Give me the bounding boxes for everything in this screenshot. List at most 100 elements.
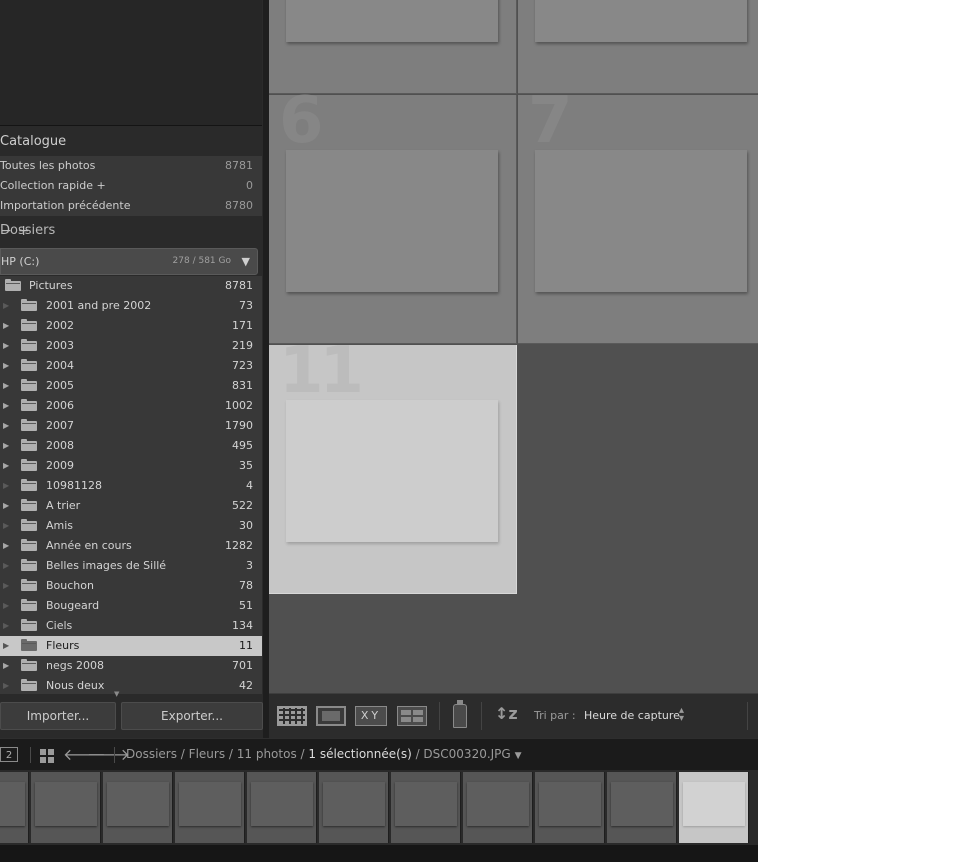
folder-row[interactable]: ▶ 2004 723 [0, 356, 262, 376]
folder-row[interactable]: ▶ Nous deux 42 [0, 676, 262, 694]
filmstrip-thumbnail[interactable] [391, 772, 461, 843]
sort-label: Tri par : [534, 709, 576, 722]
expand-triangle-icon[interactable]: ▶ [3, 536, 9, 556]
expand-triangle-icon[interactable]: ▶ [3, 456, 9, 476]
folder-count: 73 [239, 299, 253, 312]
folder-name: Amis [46, 519, 74, 532]
photo-thumbnail[interactable] [286, 150, 498, 292]
folder-row[interactable]: ▶ 2003 219 [0, 336, 262, 356]
folder-row[interactable]: ▶ Bouchon 78 [0, 576, 262, 596]
breadcrumb-selected: 1 sélectionnée(s) [308, 747, 412, 761]
catalogue-item-label: Importation précédente [0, 199, 131, 212]
sort-select[interactable]: Heure de capture [584, 709, 680, 722]
expand-triangle-icon[interactable]: ▶ [3, 356, 9, 376]
filmstrip-thumbnail[interactable] [679, 772, 749, 843]
folder-row[interactable]: ▶ A trier 522 [0, 496, 262, 516]
grid-cell[interactable]: 6 [269, 89, 517, 344]
source-breadcrumb[interactable]: Dossiers / Fleurs / 11 photos / 1 sélect… [126, 747, 521, 761]
photo-thumbnail[interactable] [535, 150, 747, 292]
folder-row[interactable]: ▶ 2009 35 [0, 456, 262, 476]
filmstrip-thumbnail[interactable] [103, 772, 173, 843]
dossiers-panel-header[interactable]: Dossiers −+ [0, 219, 263, 243]
folder-row[interactable]: ▶ 2008 495 [0, 436, 262, 456]
photo-thumbnail[interactable] [286, 0, 498, 42]
folder-count: 42 [239, 679, 253, 692]
forward-arrow-icon[interactable]: 🡒 [87, 744, 130, 764]
secondary-monitor-button[interactable]: 2 [0, 747, 18, 762]
filmstrip-thumbnail[interactable] [31, 772, 101, 843]
sort-direction-icon[interactable]: ↕z [495, 704, 518, 723]
grid-cell[interactable]: 11 [269, 339, 517, 594]
folder-row[interactable]: ▶ 2001 and pre 2002 73 [0, 296, 262, 316]
folder-row[interactable]: ▶ 2006 1002 [0, 396, 262, 416]
folder-row[interactable]: ▶ Bougeard 51 [0, 596, 262, 616]
expand-triangle-icon[interactable]: ▶ [3, 656, 9, 676]
filmstrip-thumbnail[interactable] [0, 772, 29, 843]
grid-cell[interactable] [518, 0, 758, 94]
folder-row[interactable]: ▶ Année en cours 1282 [0, 536, 262, 556]
catalogue-item[interactable]: Importation précédente 8780 [0, 196, 262, 216]
loupe-view-icon[interactable] [316, 706, 346, 726]
import-button[interactable]: Importer... [0, 702, 116, 730]
catalogue-panel-header[interactable]: Catalogue [0, 130, 263, 154]
filmstrip-thumbnail[interactable] [247, 772, 317, 843]
compare-view-icon[interactable]: XY [355, 706, 387, 726]
filmstrip-thumbnail[interactable] [535, 772, 605, 843]
folder-name: Bougeard [46, 599, 100, 612]
grid-cell[interactable] [269, 0, 517, 94]
scroll-down-icon[interactable]: ▼ [114, 690, 119, 698]
filmstrip-photo [395, 782, 457, 826]
folder-row[interactable]: ▶ Belles images de Sillé 3 [0, 556, 262, 576]
expand-triangle-icon[interactable]: ▶ [3, 376, 9, 396]
expand-triangle-icon[interactable]: ▶ [3, 416, 9, 436]
folder-icon [21, 639, 37, 651]
catalogue-title: Catalogue [0, 134, 67, 149]
folder-count: 8781 [225, 279, 253, 292]
export-button[interactable]: Exporter... [121, 702, 263, 730]
expand-triangle-icon[interactable]: ▶ [3, 436, 9, 456]
filmstrip-thumbnail[interactable] [319, 772, 389, 843]
expand-triangle-icon[interactable]: ▶ [3, 336, 9, 356]
expand-triangle-icon[interactable]: ▶ [3, 396, 9, 416]
volume-dropdown-icon[interactable]: ▼ [242, 249, 250, 274]
catalogue-item-count: 0 [246, 179, 253, 192]
folder-row[interactable]: ▶ Amis 30 [0, 516, 262, 536]
folder-icon [5, 279, 21, 291]
expand-triangle-icon: ▶ [3, 581, 10, 590]
photo-thumbnail[interactable] [286, 400, 498, 542]
folder-row[interactable]: ▶ 2002 171 [0, 316, 262, 336]
volume-bar[interactable]: HP (C:) 278 / 581 Go ▼ [0, 248, 258, 275]
folder-count: 35 [239, 459, 253, 472]
grid-cell[interactable]: 7 [518, 89, 758, 344]
painter-spray-icon[interactable] [453, 700, 467, 728]
sort-select-arrows-icon[interactable]: ▴ ▾ [679, 706, 684, 724]
folder-name: 2001 and pre 2002 [46, 299, 152, 312]
filmstrip-thumbnail[interactable] [463, 772, 533, 843]
expand-triangle-icon: ▶ [3, 681, 10, 690]
folder-name: 2003 [46, 339, 74, 352]
grid-view-icon[interactable] [277, 706, 307, 726]
cell-index: 6 [279, 84, 323, 158]
minus-icon[interactable]: − [0, 223, 18, 239]
chevron-down-icon[interactable]: ▼ [515, 751, 522, 761]
catalogue-item[interactable]: Toutes les photos 8781 [0, 156, 262, 176]
folder-row[interactable]: ▶ 2007 1790 [0, 416, 262, 436]
plus-icon[interactable]: + [18, 223, 36, 239]
folder-row[interactable]: ▶ Ciels 134 [0, 616, 262, 636]
folder-icon [21, 479, 37, 491]
folder-row[interactable]: ▶ 2005 831 [0, 376, 262, 396]
folder-row[interactable]: ▶ negs 2008 701 [0, 656, 262, 676]
filmstrip-thumbnail[interactable] [607, 772, 677, 843]
catalogue-item[interactable]: Collection rapide + 0 [0, 176, 262, 196]
folder-row[interactable]: ▶ 10981128 4 [0, 476, 262, 496]
survey-view-icon[interactable] [397, 706, 427, 726]
photo-thumbnail[interactable] [535, 0, 747, 42]
folder-row[interactable]: ▶ Fleurs 11 [0, 636, 262, 656]
folder-row-pictures[interactable]: Pictures 8781 [0, 276, 262, 296]
expand-triangle-icon[interactable]: ▶ [3, 316, 9, 336]
expand-triangle-icon: ▶ [3, 561, 10, 570]
expand-triangle-icon[interactable]: ▶ [3, 496, 9, 516]
volume-name: HP (C:) [1, 255, 40, 268]
grid-view-icon[interactable] [40, 749, 54, 763]
filmstrip-thumbnail[interactable] [175, 772, 245, 843]
